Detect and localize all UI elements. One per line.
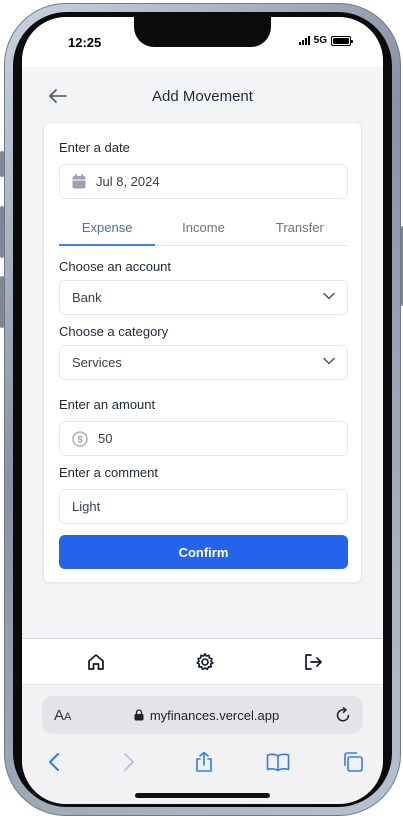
comment-input[interactable]: Light [59, 489, 348, 524]
home-icon [88, 653, 104, 670]
movement-type-tabs: Expense Income Transfer [59, 214, 348, 246]
volume-down-button [0, 276, 4, 328]
tab-transfer[interactable]: Transfer [252, 214, 348, 245]
comment-label: Enter a comment [59, 465, 158, 480]
chevron-down-icon [323, 292, 335, 300]
account-select[interactable]: Bank [59, 280, 348, 315]
amount-value: 50 [98, 431, 113, 446]
browser-toolbar [22, 745, 383, 779]
category-value: Services [72, 355, 122, 370]
comment-value: Light [72, 499, 101, 514]
reload-icon[interactable] [335, 707, 351, 723]
status-time: 12:25 [68, 35, 102, 50]
browser-chrome: AA myfinances.vercel.app [22, 684, 383, 804]
nav-home-button[interactable] [84, 650, 108, 674]
tabs-button[interactable] [341, 750, 365, 774]
gear-icon [195, 652, 214, 670]
category-label: Choose a category [59, 324, 169, 339]
network-label: 5G [313, 35, 327, 46]
date-value: Jul 8, 2024 [96, 174, 160, 189]
status-bar: 12:25 5G [22, 17, 383, 67]
svg-text:$: $ [77, 434, 82, 444]
home-indicator [135, 793, 270, 798]
bookmarks-button[interactable] [266, 750, 290, 774]
volume-up-button [0, 206, 4, 258]
tabs-icon [344, 752, 363, 772]
lock-icon [134, 709, 144, 721]
share-icon [195, 751, 212, 772]
browser-back-button[interactable] [42, 750, 66, 774]
app-content: Add Movement Enter a date Jul 8, 2024 Ex… [22, 67, 383, 638]
phone-screen: 12:25 5G Add Movement Enter a date Jul 8… [22, 17, 383, 804]
logout-icon [305, 653, 322, 670]
amount-label: Enter an amount [59, 397, 156, 412]
battery-icon [331, 35, 353, 46]
chevron-right-icon [123, 753, 134, 771]
account-label: Choose an account [59, 259, 172, 274]
tab-expense[interactable]: Expense [59, 214, 156, 246]
url-text: myfinances.vercel.app [149, 707, 280, 723]
page-title: Add Movement [152, 88, 253, 105]
calendar-icon [72, 174, 86, 189]
page-header: Add Movement [22, 67, 383, 125]
tab-income[interactable]: Income [155, 214, 251, 245]
dollar-icon: $ [72, 430, 88, 447]
nav-logout-button[interactable] [301, 650, 325, 674]
url-display: myfinances.vercel.app [78, 708, 335, 723]
amount-input[interactable]: $ 50 [59, 421, 348, 456]
browser-forward-button[interactable] [117, 750, 141, 774]
book-icon [266, 753, 290, 772]
notch [134, 17, 271, 47]
confirm-button[interactable]: Confirm [59, 535, 348, 569]
share-button[interactable] [192, 750, 216, 774]
chevron-left-icon [49, 753, 59, 771]
bottom-navigation [22, 638, 383, 684]
date-label: Enter a date [59, 140, 130, 155]
account-value: Bank [72, 290, 102, 305]
chevron-down-icon [323, 357, 335, 365]
signal-icon [298, 36, 310, 45]
nav-settings-button[interactable] [193, 650, 217, 674]
silent-switch [0, 151, 4, 177]
text-size-button[interactable]: AA [54, 707, 78, 724]
date-field[interactable]: Jul 8, 2024 [59, 164, 348, 199]
category-select[interactable]: Services [59, 345, 348, 380]
status-indicators: 5G [298, 35, 353, 46]
address-bar[interactable]: AA myfinances.vercel.app [42, 696, 363, 734]
movement-form-card: Enter a date Jul 8, 2024 Expense Income … [43, 122, 362, 583]
